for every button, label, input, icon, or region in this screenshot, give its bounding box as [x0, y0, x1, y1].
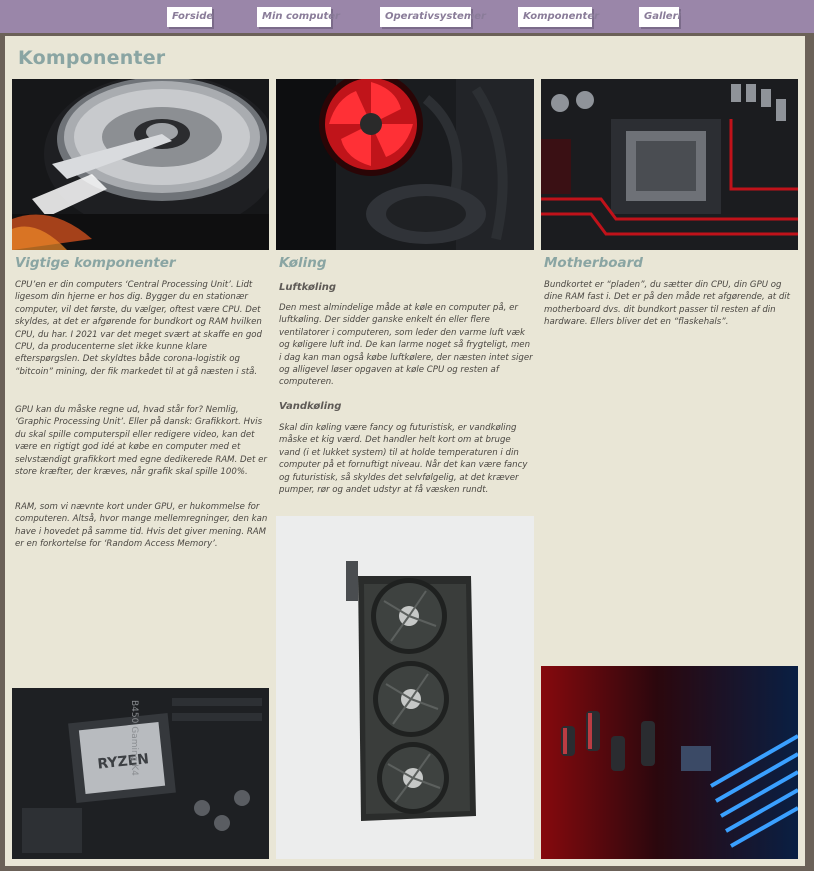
paragraph-ram: RAM, som vi nævnte kort under GPU, er hu…	[15, 502, 268, 550]
hard-drive-photo	[12, 79, 269, 250]
paragraph-motherboard: Bundkortet er “pladen”, du sætter din CP…	[544, 280, 791, 328]
paragraph-luftkoling: Den mest almindelige måde at køle en com…	[279, 303, 533, 388]
nav-link-min-computer[interactable]: Min computer	[257, 7, 340, 27]
top-nav-bar: Forside Min computer Operativsystemer Ko…	[0, 0, 814, 33]
page-title: Komponenter	[18, 47, 166, 69]
heading-vigtige-komponenter: Vigtige komponenter	[15, 255, 176, 271]
heading-koling: Køling	[279, 255, 327, 271]
nav-link-komponenter[interactable]: Komponenter	[518, 7, 599, 27]
circuit-board-photo	[541, 666, 798, 859]
heading-motherboard: Motherboard	[544, 255, 643, 271]
paragraph-gpu: GPU kan du måske regne ud, hvad står for…	[15, 405, 267, 478]
nav-link-galleri[interactable]: Galleri	[639, 7, 681, 27]
nav-link-forside[interactable]: Forside	[167, 7, 213, 27]
content-panel: Komponenter Vigtige komponenter CPU’en e…	[5, 36, 805, 866]
subheading-luftkoling: Luftkøling	[279, 282, 337, 293]
ryzen-cpu-photo: RYZEN B450 Gaming K4	[12, 688, 269, 859]
cpu-cooler-photo	[276, 79, 534, 250]
paragraph-cpu: CPU’en er din computers ‘Central Process…	[15, 280, 263, 377]
subheading-vandkoling: Vandkøling	[279, 401, 342, 412]
nav-link-operativsystemer[interactable]: Operativsystemer	[380, 7, 486, 27]
paragraph-vandkoling: Skal din køling være fancy og futuristis…	[279, 423, 528, 496]
board-model-label: B450 Gaming K4	[129, 700, 139, 776]
graphics-card-photo	[276, 516, 534, 859]
motherboard-photo	[541, 79, 798, 250]
